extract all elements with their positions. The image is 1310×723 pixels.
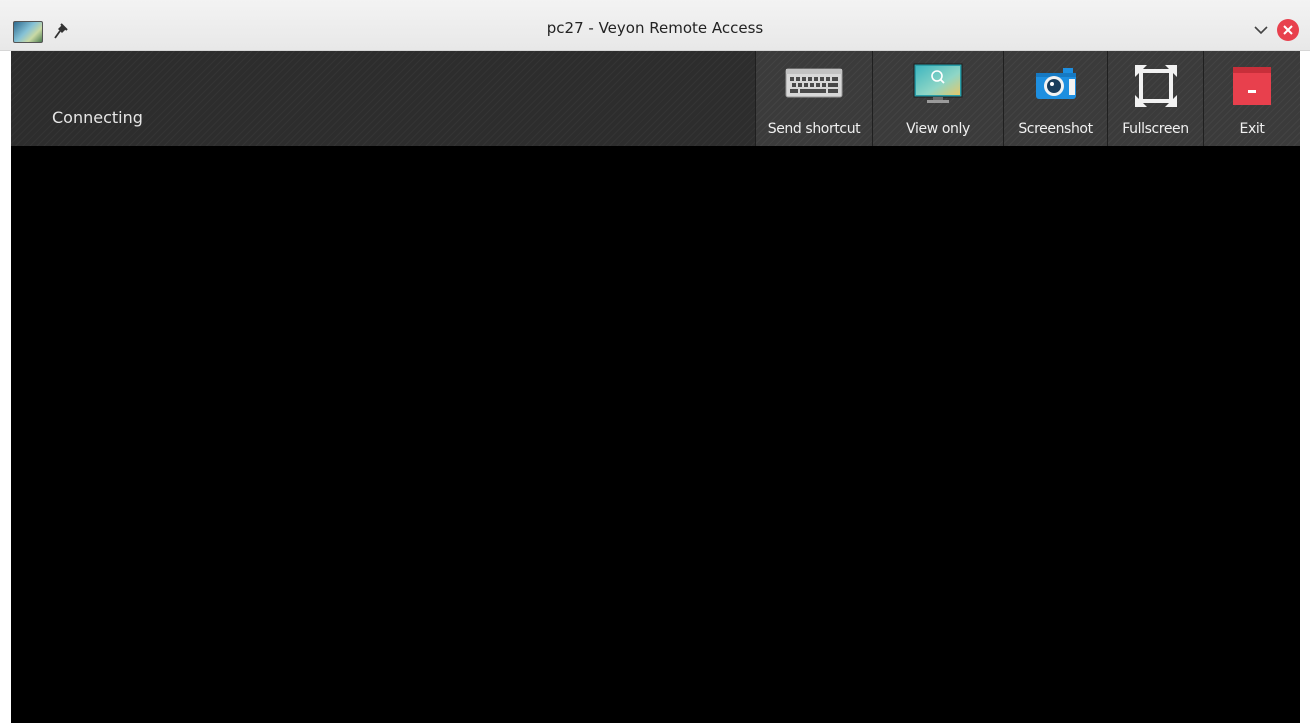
connection-status: Connecting xyxy=(52,108,143,127)
remote-screen-view[interactable] xyxy=(11,146,1300,723)
chevron-down-icon[interactable] xyxy=(1253,19,1269,41)
view-only-button[interactable]: View only xyxy=(872,51,1003,146)
send-shortcut-label: Send shortcut xyxy=(767,121,861,137)
window-border-left xyxy=(0,51,11,723)
exit-label: Exit xyxy=(1239,121,1265,137)
fullscreen-label: Fullscreen xyxy=(1122,121,1189,137)
view-only-label: View only xyxy=(906,121,970,137)
exit-window-icon xyxy=(1233,67,1271,105)
camera-icon xyxy=(1035,68,1076,99)
close-button[interactable] xyxy=(1277,19,1299,41)
window-title: pc27 - Veyon Remote Access xyxy=(546,19,764,37)
veyon-remote-access-window: pc27 - Veyon Remote Access Connecting Se… xyxy=(0,0,1310,723)
keyboard-icon xyxy=(785,68,843,98)
fullscreen-icon xyxy=(1134,65,1177,107)
monitor-search-icon xyxy=(913,63,963,103)
screenshot-button[interactable]: Screenshot xyxy=(1003,51,1107,146)
window-border-right xyxy=(1300,51,1310,723)
title-bar[interactable]: pc27 - Veyon Remote Access xyxy=(0,0,1310,51)
screenshot-label: Screenshot xyxy=(1018,121,1093,137)
close-icon xyxy=(1283,25,1293,35)
fullscreen-button[interactable]: Fullscreen xyxy=(1107,51,1203,146)
exit-button[interactable]: Exit xyxy=(1203,51,1300,146)
send-shortcut-button[interactable]: Send shortcut xyxy=(755,51,872,146)
